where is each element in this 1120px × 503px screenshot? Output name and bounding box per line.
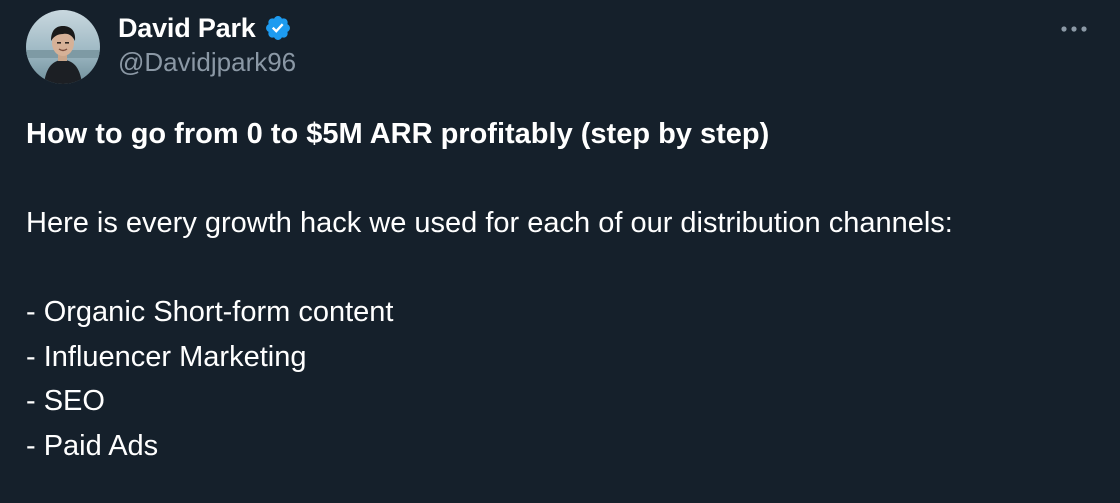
tweet-text: How to go from 0 to $5M ARR profitably (… (26, 112, 1106, 468)
channel-list-item: - Organic Short-form content (26, 296, 394, 328)
more-horizontal-icon (1061, 26, 1087, 32)
channel-list-item: - Paid Ads (26, 429, 159, 462)
verified-badge-icon[interactable] (264, 14, 292, 42)
author-handle[interactable]: @Davidjpark96 (118, 47, 296, 78)
tweet-intro: Here is every growth hack we used for ea… (26, 207, 953, 239)
author-avatar[interactable] (26, 10, 100, 84)
channel-list-item: - Influencer Marketing (26, 340, 307, 373)
author-display-name[interactable]: David Park (118, 13, 256, 44)
author-name-row: David Park (118, 10, 292, 46)
tweet-headline: How to go from 0 to $5M ARR profitably (… (26, 118, 770, 150)
channel-list-item: - SEO (26, 385, 105, 417)
tweet-card: David Park @Davidjpark96 How to go from … (0, 0, 1120, 503)
more-options-button[interactable] (1054, 14, 1094, 44)
avatar-photo (26, 10, 100, 84)
